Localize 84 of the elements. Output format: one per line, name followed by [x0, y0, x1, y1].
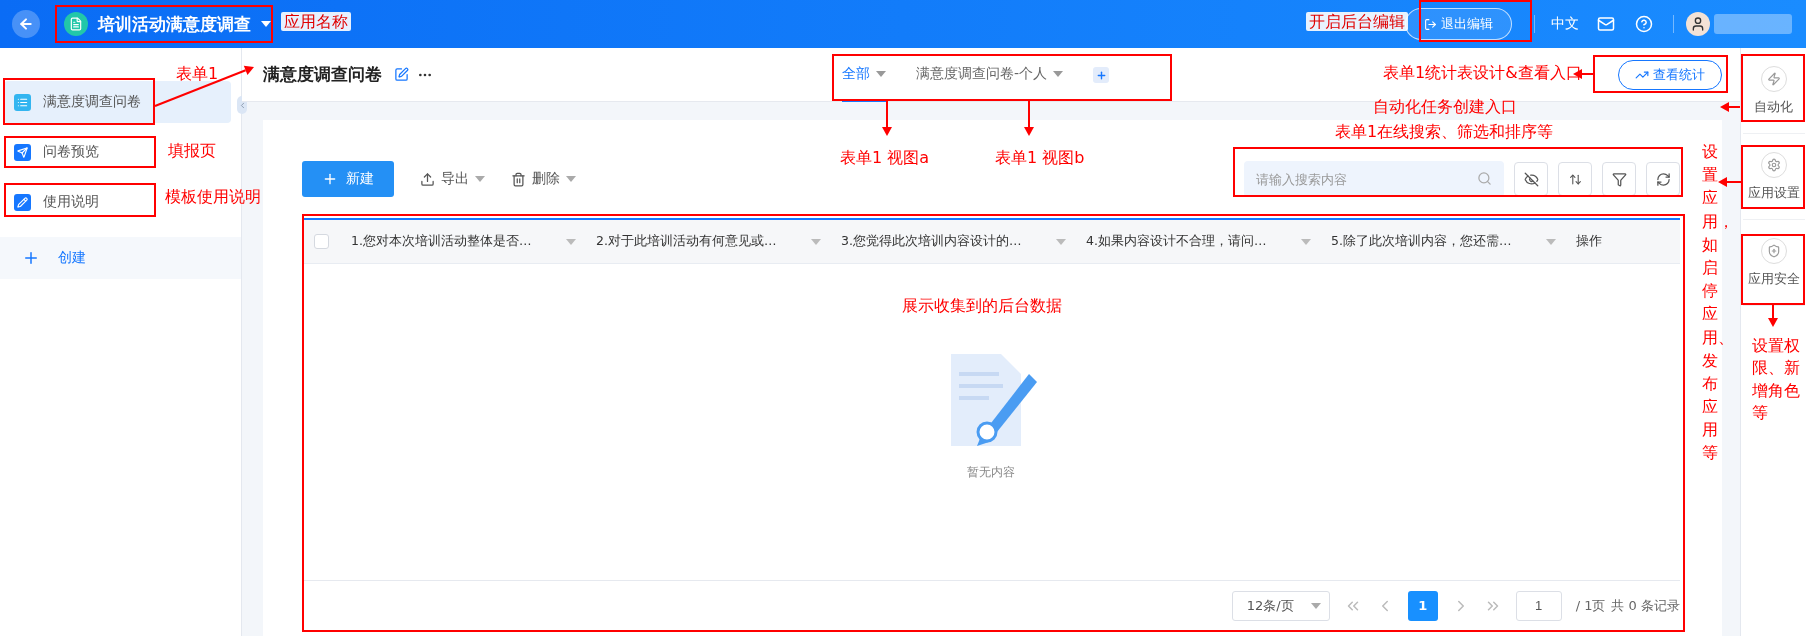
caret-icon [1546, 238, 1556, 245]
sidebar-item[interactable]: 使用说明 [4, 181, 109, 223]
create-button[interactable]: 创建 [0, 237, 241, 279]
highlight-frame [1741, 54, 1805, 122]
help-icon[interactable] [1635, 15, 1653, 33]
hide-fields-button[interactable] [1514, 162, 1548, 196]
send-icon [14, 143, 31, 161]
pencil-icon [14, 193, 31, 211]
list-icon [14, 93, 31, 111]
annotation-text: 填报页 [168, 141, 216, 161]
sort-arrows-icon [1568, 172, 1582, 186]
arrow [1718, 177, 1742, 187]
annotation-text: 表单1 [176, 64, 219, 84]
refresh-icon [1655, 171, 1671, 187]
annotation-text: 自动化任务创建入口 [1373, 97, 1517, 117]
caret-icon [876, 70, 886, 77]
arrow [882, 100, 892, 136]
app-name-dropdown[interactable]: 培训活动满意度调查 [64, 12, 271, 36]
select-all-checkbox[interactable] [314, 234, 329, 249]
search-field[interactable]: 请输入搜索内容 [1244, 161, 1504, 197]
trash-icon [511, 171, 526, 187]
plus-icon [22, 249, 40, 267]
annotation-text: 表单1在线搜索、筛选和排序等 [1335, 122, 1554, 142]
caret-icon [1310, 602, 1321, 609]
caret-icon [566, 176, 576, 182]
rail-button[interactable]: 应用设置 [1742, 134, 1805, 220]
add-view-button[interactable] [1093, 67, 1110, 83]
arrow [1720, 102, 1741, 112]
column-header[interactable]: 1.您对本次培训活动整体是否… [351, 233, 532, 250]
caret-icon [475, 176, 485, 182]
logout-icon [1424, 17, 1437, 31]
arrow [1768, 304, 1778, 327]
avatar[interactable] [1686, 12, 1710, 36]
annotation-text: 表单1 视图a [840, 148, 930, 168]
person-icon [1690, 16, 1706, 32]
caret-icon [811, 238, 821, 245]
back-button[interactable] [12, 10, 40, 38]
export-button[interactable]: 导出 [420, 170, 485, 188]
annotation-text: 应用名称 [281, 12, 351, 32]
mail-icon[interactable] [1597, 15, 1615, 33]
caret-icon [261, 21, 271, 27]
column-header[interactable]: 5.除了此次培训内容，您还需… [1331, 233, 1512, 250]
page-input[interactable]: 1 [1515, 590, 1562, 621]
rail-button[interactable]: 应用安全 [1742, 220, 1805, 306]
view-tab[interactable]: 全部 [842, 48, 886, 102]
column-header: 操作 [1576, 233, 1602, 250]
eye-off-icon [1523, 171, 1539, 187]
page-size-select[interactable]: 12条/页 [1231, 590, 1330, 621]
total-records: 共 0 条记录 [1611, 596, 1680, 615]
caret-icon [566, 238, 576, 245]
page-title: 满意度调查问卷 [263, 63, 382, 86]
annotation-text: 开启后台编辑 [1306, 12, 1408, 32]
sidebar-item[interactable]: 满意度调查问卷 [4, 81, 231, 123]
delete-button[interactable]: 删除 [511, 170, 576, 188]
search-icon [1477, 171, 1492, 186]
annotation-text: 展示收集到的后台数据 [902, 296, 1062, 316]
language-label[interactable]: 中文 [1551, 15, 1579, 33]
page-icon [69, 17, 83, 31]
highlight-frame [1741, 145, 1805, 209]
sort-button[interactable] [1558, 162, 1592, 196]
total-pages: / 1页 [1575, 596, 1606, 615]
plus-icon [322, 171, 338, 187]
column-header[interactable]: 3.您觉得此次培训内容设计的… [841, 233, 1022, 250]
column-header[interactable]: 4.如果内容设计不合理，请问… [1086, 233, 1267, 250]
column-header[interactable]: 2.对于此培训活动有何意见或… [596, 233, 777, 250]
sidebar-item[interactable]: 问卷预览 [4, 131, 109, 173]
edit-icon[interactable] [394, 67, 409, 82]
caret-icon [1301, 238, 1311, 245]
caret-icon [1056, 238, 1066, 245]
arrow [1024, 100, 1034, 136]
rail-button[interactable]: 自动化 [1742, 48, 1805, 134]
filter-button[interactable] [1602, 162, 1636, 196]
plus-icon [1095, 69, 1107, 81]
refresh-button[interactable] [1646, 162, 1680, 196]
empty-text: 暂无内容 [967, 463, 1015, 481]
highlight-frame [1741, 234, 1805, 305]
filter-icon [1611, 171, 1627, 187]
annotation-text: 表单1 视图b [995, 148, 1085, 168]
annotation-text: 设置权限、新增角色等 [1752, 335, 1801, 425]
upload-icon [420, 171, 435, 187]
caret-icon [1053, 70, 1064, 77]
view-stats-button[interactable]: 查看统计 [1618, 59, 1722, 90]
view-tab[interactable]: 满意度调查问卷-个人 [916, 48, 1064, 102]
annotation-text: 模板使用说明 [165, 187, 261, 207]
